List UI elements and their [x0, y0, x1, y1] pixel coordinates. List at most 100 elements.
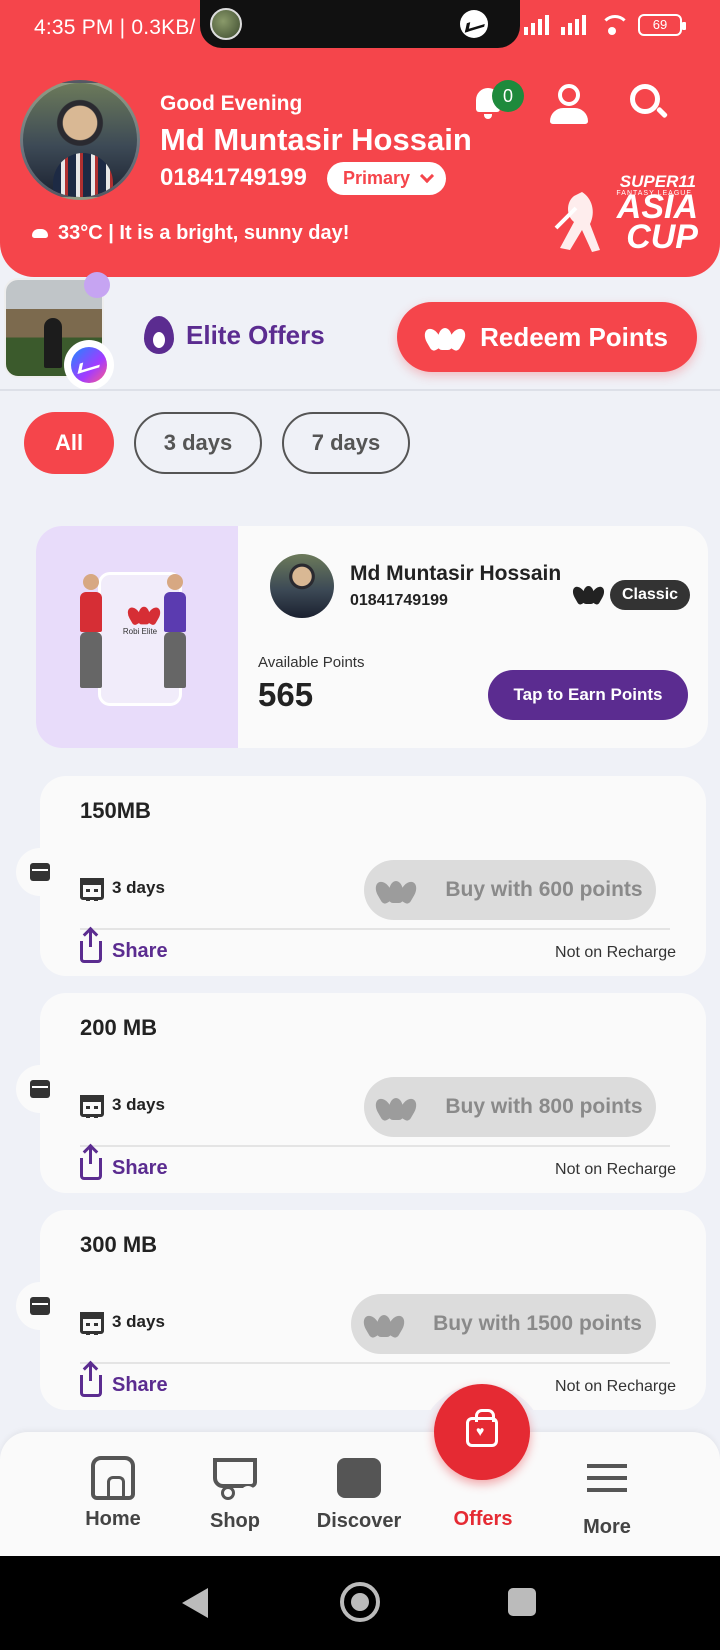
bell-clapper [484, 114, 492, 119]
nav-discover-icon-wrap [304, 1458, 414, 1506]
status-time: 4:35 PM | 0.3KB/ [34, 16, 196, 39]
messenger-chat-head[interactable] [64, 340, 114, 390]
calendar-icon [80, 878, 104, 901]
buy-label: Buy with 800 points [445, 1095, 643, 1118]
crown-icon [360, 1311, 408, 1340]
notification-thumbnail-icon [210, 8, 242, 40]
tap-to-earn-button[interactable]: Tap to Earn Points [488, 670, 688, 720]
greeting: Good Evening [160, 92, 303, 115]
back-icon[interactable] [182, 1588, 208, 1618]
filter-chip-7-days[interactable]: 7 days [282, 412, 410, 474]
home-circle-icon[interactable] [340, 1582, 380, 1622]
robi-elite-illustration: Robi Elite [36, 526, 238, 748]
illustration-legs-right [164, 632, 186, 688]
shopping-bag-icon [466, 1409, 498, 1447]
nav-home[interactable]: Home [58, 1456, 168, 1531]
filter-chip-3-days[interactable]: 3 days [134, 412, 262, 474]
account-type-label: Primary [343, 168, 411, 188]
illustration-legs-left [80, 632, 102, 688]
chevron-down-icon [419, 168, 435, 184]
redeem-points-button[interactable]: Redeem Points [397, 302, 697, 372]
buy-with-points-button[interactable]: Buy with 600 points [364, 860, 656, 920]
user-name: Md Muntasir Hossain [160, 122, 472, 157]
asia-cup-banner[interactable]: SUPER11 FANTASY LEAGUE ASIA CUP [548, 172, 706, 258]
illustration-head-left [83, 574, 99, 590]
share-button[interactable]: Share [80, 1362, 168, 1397]
share-label: Share [112, 940, 168, 962]
signal-icon-2 [561, 15, 586, 35]
offer-validity: 3 days [112, 878, 165, 897]
chat-head-indicator [84, 272, 110, 298]
system-navigation-bar [0, 1556, 720, 1650]
offer-card[interactable]: 200 MB 3 days Buy with 800 points Share … [16, 993, 706, 1193]
share-button[interactable]: Share [80, 928, 168, 963]
offers-fab-button[interactable] [434, 1384, 530, 1480]
status-icons: 69 [524, 14, 686, 36]
wifi-icon [598, 15, 630, 35]
notification-count-badge: 0 [492, 80, 524, 112]
card-phone-number: 01841749199 [350, 592, 448, 609]
crown-icon [372, 877, 420, 906]
elite-offers-label: Elite Offers [186, 319, 325, 350]
share-label: Share [112, 1374, 168, 1396]
buy-with-points-button[interactable]: Buy with 800 points [364, 1077, 656, 1137]
buy-label: Buy with 1500 points [433, 1312, 642, 1335]
messenger-icon [71, 347, 107, 383]
redeem-points-label: Redeem Points [480, 321, 668, 352]
offer-validity: 3 days [112, 1095, 165, 1114]
divider [0, 389, 720, 391]
share-icon [80, 1362, 102, 1397]
crown-icon [421, 324, 469, 353]
offer-note: Not on Recharge [555, 1378, 676, 1395]
flame-icon [144, 316, 174, 354]
offer-validity: 3 days [112, 1312, 165, 1331]
package-icon [16, 1282, 64, 1330]
card-avatar [270, 554, 334, 618]
nav-home-label: Home [85, 1508, 141, 1530]
cart-icon [213, 1458, 257, 1500]
nav-more-label: More [583, 1516, 631, 1538]
elite-offers-link[interactable]: Elite Offers [144, 316, 325, 354]
offer-card[interactable]: 300 MB 3 days Buy with 1500 points Share… [16, 1210, 706, 1410]
card-user-name: Md Muntasir Hossain [350, 562, 562, 585]
nav-more[interactable]: More [552, 1456, 662, 1539]
offer-title: 300 MB [80, 1232, 158, 1257]
cloud-icon [32, 229, 48, 238]
illustration-head-right [167, 574, 183, 590]
package-icon [16, 1065, 64, 1113]
battery-icon: 69 [638, 14, 686, 36]
tier-badge: Classic [610, 580, 691, 610]
nav-home-icon-wrap [58, 1456, 168, 1504]
share-button[interactable]: Share [80, 1145, 168, 1180]
nav-discover-label: Discover [316, 1510, 402, 1532]
search-button[interactable] [626, 80, 670, 124]
available-points-value: 565 [258, 676, 314, 713]
points-card: Robi Elite Md Muntasir Hossain 018417491… [36, 526, 708, 748]
nav-shop[interactable]: Shop [180, 1456, 290, 1533]
buy-with-points-button[interactable]: Buy with 1500 points [351, 1294, 656, 1354]
profile-avatar[interactable] [20, 80, 140, 200]
banner-title: ASIA CUP [617, 190, 698, 254]
discover-icon [337, 1458, 381, 1498]
filter-chip-all[interactable]: All [24, 412, 114, 474]
signal-icon [524, 15, 549, 35]
offer-card[interactable]: 150MB 3 days Buy with 600 points Share N… [16, 776, 706, 976]
customer-support-button[interactable] [548, 80, 592, 124]
offer-title: 200 MB [80, 1015, 158, 1040]
nav-shop-label: Shop [210, 1510, 260, 1532]
illustration-person-right [164, 592, 186, 632]
nav-more-icon-wrap [552, 1464, 662, 1512]
nav-offers-label: Offers [453, 1508, 513, 1530]
illustration-person-left [80, 592, 102, 632]
buy-label: Buy with 600 points [445, 878, 643, 901]
home-icon [91, 1456, 135, 1500]
share-icon [80, 1145, 102, 1180]
notification-bell-button[interactable]: 0 [468, 80, 524, 124]
share-label: Share [112, 1157, 168, 1179]
account-type-dropdown[interactable]: Primary [327, 162, 447, 195]
menu-icon [587, 1464, 627, 1492]
camera-notch [200, 0, 520, 48]
nav-shop-icon-wrap [180, 1458, 290, 1506]
nav-discover[interactable]: Discover [304, 1456, 414, 1533]
recents-icon[interactable] [508, 1588, 536, 1616]
